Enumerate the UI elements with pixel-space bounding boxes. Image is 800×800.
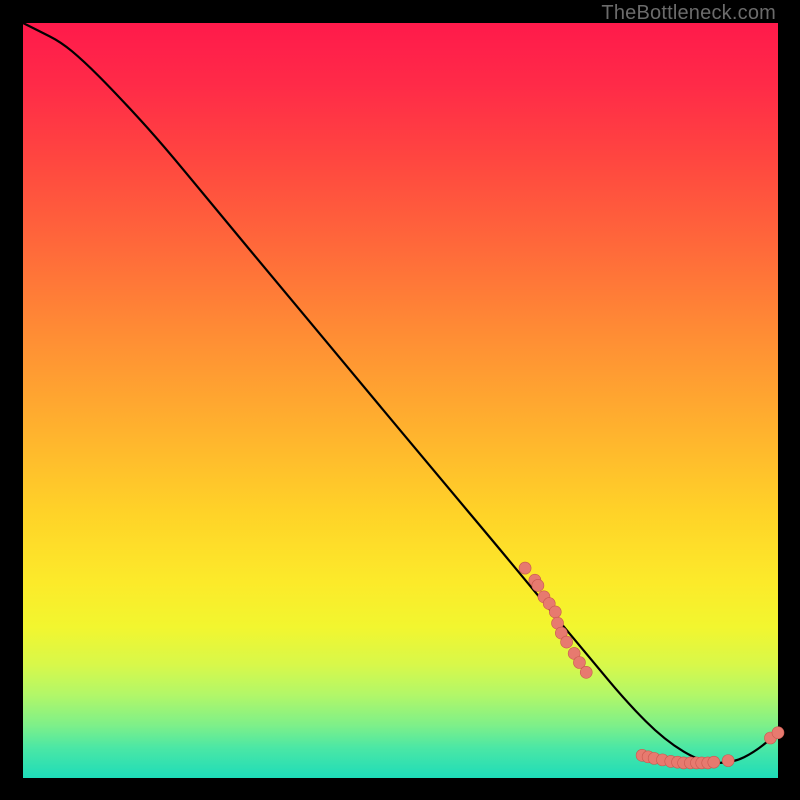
bottleneck-curve xyxy=(23,23,778,763)
plot-area xyxy=(23,23,778,778)
marker-layer xyxy=(519,562,784,769)
watermark-text: TheBottleneck.com xyxy=(601,2,776,25)
data-marker xyxy=(722,755,734,767)
data-marker xyxy=(532,579,544,591)
data-marker xyxy=(519,562,531,574)
data-marker xyxy=(772,727,784,739)
curve-layer xyxy=(23,23,778,778)
data-marker xyxy=(549,606,561,618)
chart-frame: TheBottleneck.com xyxy=(0,0,800,800)
data-marker xyxy=(580,666,592,678)
data-marker xyxy=(561,636,573,648)
data-marker xyxy=(708,756,720,768)
